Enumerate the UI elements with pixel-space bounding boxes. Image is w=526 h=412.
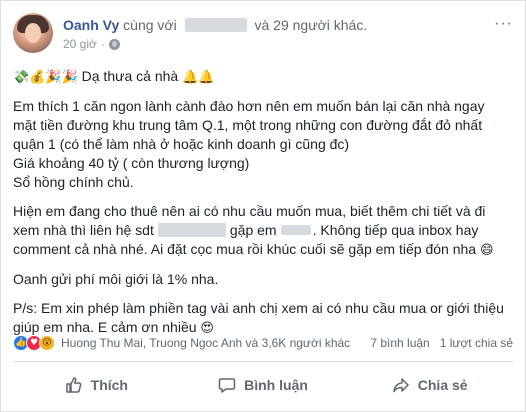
- share-arrow-icon: [392, 376, 410, 394]
- share-label: Chia sẻ: [417, 377, 468, 393]
- phone-redacted: [157, 223, 226, 238]
- tagged-user-redacted[interactable]: [184, 18, 247, 33]
- greeting-text: Dạ thưa cả nhà: [81, 68, 179, 84]
- with-text: cùng với: [123, 17, 177, 33]
- wow-reaction-icon: 😮: [39, 335, 55, 351]
- comment-label: Bình luận: [244, 377, 308, 393]
- globe-icon[interactable]: [108, 38, 120, 50]
- dot-separator: ·: [100, 37, 105, 51]
- comment-button[interactable]: Bình luận: [180, 365, 347, 405]
- paragraph-2: Hiện em đang cho thuê nên ai có nhu cầu …: [13, 203, 494, 258]
- post-time[interactable]: 20 giờ: [63, 37, 97, 51]
- share-count[interactable]: 1 lượt chia sẻ: [440, 336, 513, 350]
- share-button[interactable]: Chia sẻ: [346, 365, 513, 405]
- others-text[interactable]: và 29 người khác.: [255, 17, 368, 33]
- bell-icon: 🔔🔔: [182, 70, 215, 85]
- paragraph-3: Oanh gửi phí môi giới là 1% nha.: [13, 271, 219, 287]
- comment-count[interactable]: 7 bình luận: [370, 336, 429, 350]
- like-button[interactable]: Thích: [13, 365, 180, 405]
- author-name[interactable]: Oanh Vy: [63, 17, 119, 33]
- like-label: Thích: [90, 377, 128, 393]
- divider: [13, 361, 513, 362]
- author-line: Oanh Vy cùng với và 29 người khác.: [63, 17, 367, 34]
- name-redacted: [280, 225, 311, 236]
- post-card: Oanh Vy cùng với và 29 người khác. 20 gi…: [0, 0, 526, 412]
- post-content: 💸💰🎉🎉 Dạ thưa cả nhà 🔔🔔 Em thích 1 căn ng…: [13, 67, 513, 348]
- more-options-button[interactable]: ···: [494, 15, 513, 33]
- thumbs-up-icon: [65, 376, 83, 394]
- post-stats: 7 bình luận 1 lượt chia sẻ: [370, 336, 513, 350]
- reactions-bar: 👍 ♥ 😮 Huong Thu Mai, Truong Ngoc Anh và …: [13, 333, 513, 353]
- action-bar: Thích Bình luận Chia sẻ: [13, 365, 513, 405]
- greeting-line: 💸💰🎉🎉 Dạ thưa cả nhà 🔔🔔: [13, 67, 513, 87]
- reaction-icons[interactable]: 👍 ♥ 😮: [13, 335, 55, 351]
- comment-bubble-icon: [218, 376, 236, 394]
- money-bag-icon: 💸💰🎉🎉: [13, 70, 78, 85]
- reaction-summary[interactable]: Huong Thu Mai, Truong Ngoc Anh và 3,6K n…: [61, 336, 370, 350]
- post-meta: 20 giờ ·: [63, 37, 120, 51]
- post-header: Oanh Vy cùng với và 29 người khác. 20 gi…: [13, 13, 513, 57]
- author-avatar[interactable]: [13, 13, 53, 53]
- paragraph-1: Em thích 1 căn ngon lành cành đào hơn nê…: [13, 98, 485, 190]
- grin-emoji-icon: 😄: [479, 243, 494, 258]
